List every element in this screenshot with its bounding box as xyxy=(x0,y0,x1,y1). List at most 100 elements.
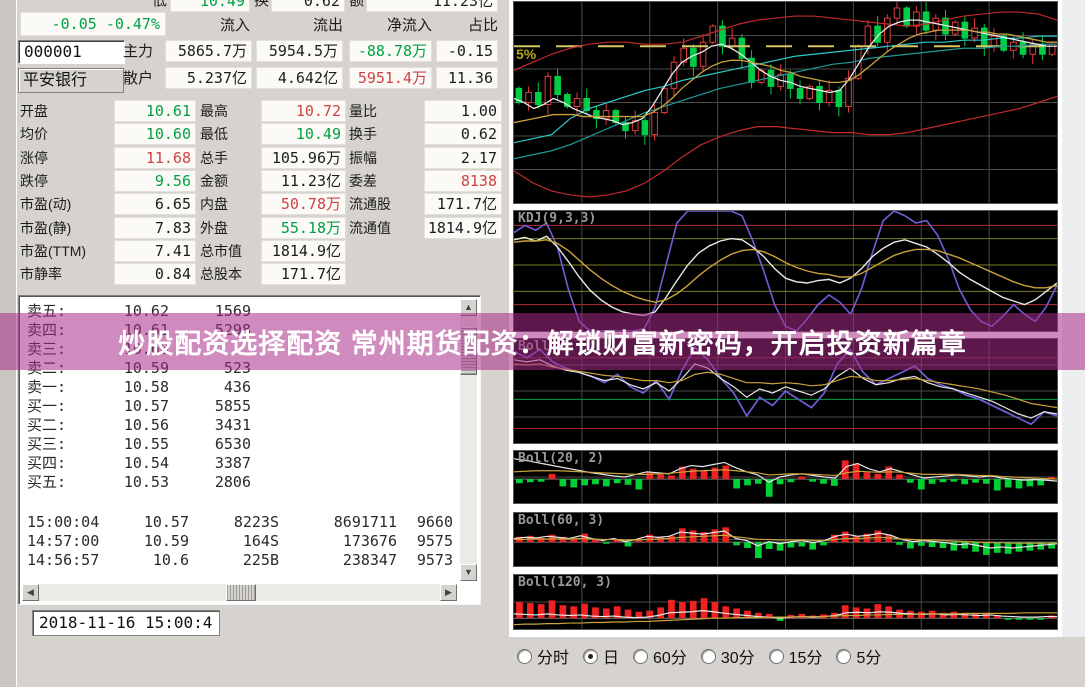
order-book-row[interactable]: 买五:10.532806 xyxy=(27,473,251,492)
flow-value: 11.36 xyxy=(436,67,498,89)
period-option-15分[interactable]: 15分 xyxy=(769,644,823,668)
order-book-cell: 卖一: xyxy=(27,378,91,397)
flow-header-inflow: 流入 xyxy=(165,15,250,37)
transaction-cell: 9660 xyxy=(397,513,453,532)
order-book-cell: 10.55 xyxy=(91,435,169,454)
detail-value: 10.49 xyxy=(261,123,346,145)
order-book-row[interactable]: 卖一:10.58436 xyxy=(27,378,251,397)
radio-unselected-icon xyxy=(836,649,851,664)
boll20-chart-frame: Boll(20, 2) xyxy=(512,449,1059,505)
ad-banner-overlay[interactable]: 炒股配资选择配资 常州期货配资：解锁财富新密码，开启投资新篇章 xyxy=(0,313,1085,370)
flow-value: 5865.7万 xyxy=(165,40,252,62)
transaction-cell: 164S xyxy=(189,532,279,551)
order-book-row[interactable]: 买二:10.563431 xyxy=(27,416,251,435)
turnover-label: 换 xyxy=(254,0,269,12)
order-book-cell: 买五: xyxy=(27,473,91,492)
horizontal-scrollbar[interactable]: ◀ ▶ xyxy=(22,584,457,601)
detail-label: 市静率 xyxy=(20,263,112,285)
detail-value: 2.17 xyxy=(424,147,502,169)
detail-value: 10.72 xyxy=(261,100,346,122)
scroll-left-button[interactable]: ◀ xyxy=(22,584,39,601)
boll20-chart[interactable]: Boll(20, 2) xyxy=(513,450,1058,504)
period-option-日[interactable]: 日 xyxy=(583,644,619,668)
detail-value: 8138 xyxy=(424,170,502,192)
period-option-label: 60分 xyxy=(653,644,687,668)
detail-value: 50.78万 xyxy=(261,193,346,215)
detail-value: 171.7亿 xyxy=(261,263,346,285)
detail-label: 涨停 xyxy=(20,147,112,169)
detail-value: 10.61 xyxy=(114,100,196,122)
boll60-label: Boll(60, 3) xyxy=(518,513,604,528)
detail-value: 7.83 xyxy=(114,217,196,239)
boll60-chart[interactable]: Boll(60, 3) xyxy=(513,512,1058,567)
scroll-down-icon: ▼ xyxy=(464,567,473,577)
transaction-cell: 9573 xyxy=(397,551,453,570)
order-book-cell: 10.56 xyxy=(91,416,169,435)
flow-header-net: 净流入 xyxy=(349,15,432,37)
detail-value: 0.84 xyxy=(114,263,196,285)
transaction-cell: 173676 xyxy=(279,532,397,551)
radio-unselected-icon xyxy=(769,649,784,664)
flow-row-主力: 主力5865.7万5954.5万-88.78万-0.15 xyxy=(0,40,509,63)
period-option-30分[interactable]: 30分 xyxy=(701,644,755,668)
order-book-cell: 10.58 xyxy=(91,378,169,397)
detail-label: 量比 xyxy=(349,100,423,122)
scroll-down-button[interactable]: ▼ xyxy=(460,564,477,581)
order-book-cell: 买二: xyxy=(27,416,91,435)
radio-unselected-icon xyxy=(633,649,648,664)
order-book-cell: 10.57 xyxy=(91,397,169,416)
transaction-cell: 225B xyxy=(189,551,279,570)
flow-value: 5951.4万 xyxy=(349,67,432,89)
horizontal-scroll-thumb[interactable] xyxy=(226,584,256,601)
order-book-row[interactable]: 买一:10.575855 xyxy=(27,397,251,416)
detail-value: 1.00 xyxy=(424,100,502,122)
detail-value: 171.7亿 xyxy=(424,193,502,215)
order-book-cell: 买三: xyxy=(27,435,91,454)
detail-label: 流通值 xyxy=(349,217,423,239)
detail-label: 跌停 xyxy=(20,170,112,192)
flow-row-label: 散户 xyxy=(123,67,153,90)
transaction-cell: 10.6 xyxy=(109,551,189,570)
scroll-right-button[interactable]: ▶ xyxy=(440,584,457,601)
transaction-cell: 8223S xyxy=(189,513,279,532)
period-option-label: 30分 xyxy=(721,644,755,668)
detail-label: 流通股 xyxy=(349,193,423,215)
detail-value: 7.41 xyxy=(114,240,196,262)
period-option-分时[interactable]: 分时 xyxy=(517,644,569,668)
detail-label: 均价 xyxy=(20,123,112,145)
detail-label: 总市值 xyxy=(200,240,260,262)
order-book-cell: 10.53 xyxy=(91,473,169,492)
flow-row-label: 主力 xyxy=(123,40,153,63)
detail-value: 1814.9亿 xyxy=(424,217,502,239)
detail-value: 11.68 xyxy=(114,147,196,169)
order-book-cell: 3431 xyxy=(169,416,251,435)
scroll-up-icon: ▲ xyxy=(464,302,473,312)
transaction-cell: 10.57 xyxy=(109,513,189,532)
low-value: 10.49 xyxy=(170,0,250,12)
change-percent: -0.47% xyxy=(106,15,160,33)
flow-header-ratio: 占比 xyxy=(436,15,498,37)
order-book-cell: 买一: xyxy=(27,397,91,416)
detail-label: 市盈(静) xyxy=(20,217,112,239)
scroll-left-icon: ◀ xyxy=(27,587,34,597)
kline-chart-svg xyxy=(514,2,1057,203)
scroll-right-icon: ▶ xyxy=(445,587,452,597)
detail-label: 最低 xyxy=(200,123,260,145)
order-book-row[interactable]: 买三:10.556530 xyxy=(27,435,251,454)
datetime-box[interactable]: 2018-11-16 15:00:4 xyxy=(32,610,220,636)
kdj-label: KDJ(9,3,3) xyxy=(518,211,596,226)
period-option-5分[interactable]: 5分 xyxy=(836,644,881,668)
detail-value: 55.18万 xyxy=(261,217,346,239)
detail-label: 开盘 xyxy=(20,100,112,122)
low-label: 低 xyxy=(152,0,167,12)
boll120-chart[interactable]: Boll(120, 3) xyxy=(513,574,1058,630)
order-book-cell: 5855 xyxy=(169,397,251,416)
order-book-row[interactable]: 买四:10.543387 xyxy=(27,454,251,473)
kline-chart[interactable]: 5% xyxy=(513,1,1058,204)
transaction-cell: 10.59 xyxy=(109,532,189,551)
detail-label: 总手 xyxy=(200,147,260,169)
period-option-60分[interactable]: 60分 xyxy=(633,644,687,668)
transaction-row: 15:00:0410.578223S86917119660 xyxy=(27,513,453,532)
flow-header-outflow: 流出 xyxy=(256,15,343,37)
transaction-row: 14:57:0010.59164S1736769575 xyxy=(27,532,453,551)
